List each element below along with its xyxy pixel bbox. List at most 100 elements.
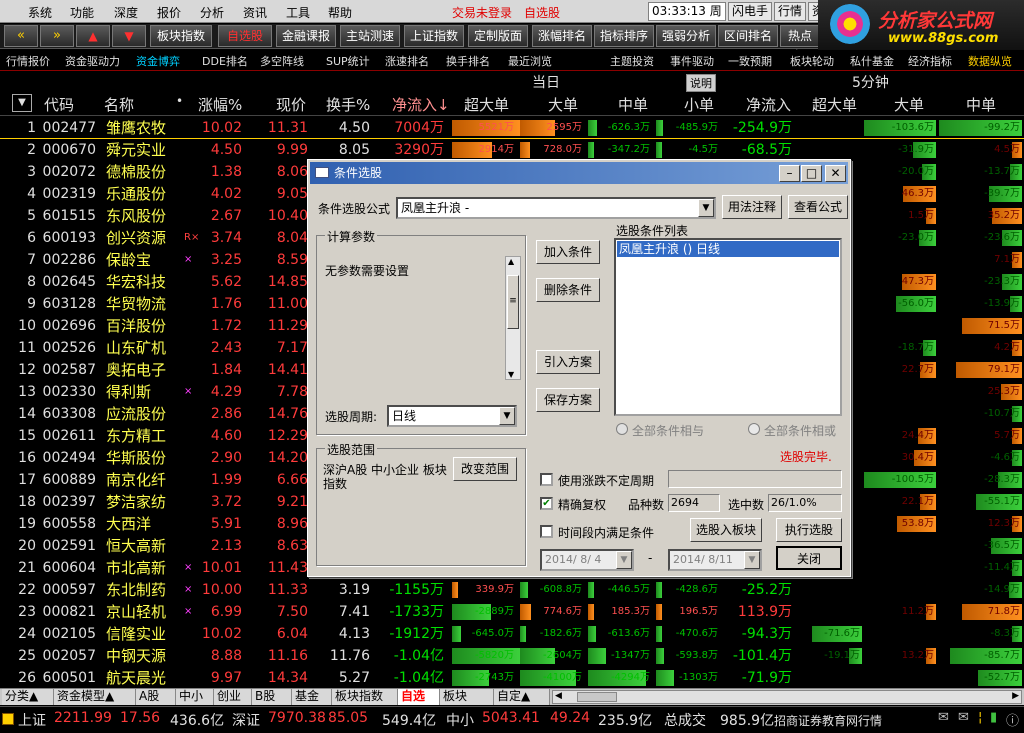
- menu-analysis[interactable]: 分析: [200, 4, 224, 21]
- scrollbar-thumb[interactable]: [577, 692, 617, 702]
- tab-consensus[interactable]: 一致预期: [728, 53, 772, 69]
- col-code[interactable]: 代码: [44, 94, 74, 115]
- tab-theme[interactable]: 主题投资: [610, 53, 654, 69]
- sh-label[interactable]: 上证: [18, 710, 46, 730]
- col-s[interactable]: 小单: [684, 94, 714, 115]
- menu-function[interactable]: 功能: [70, 4, 94, 21]
- interval-checkbox[interactable]: [540, 525, 553, 538]
- col-net-inflow[interactable]: 净流入↓: [392, 94, 450, 115]
- condition-list-item[interactable]: 凤凰主升浪 () 日线: [617, 241, 839, 257]
- col-price[interactable]: 现价: [276, 94, 306, 115]
- block-index-button[interactable]: 板块指数: [150, 25, 212, 47]
- menu-news[interactable]: 资讯: [243, 4, 267, 21]
- tab-event[interactable]: 事件驱动: [670, 53, 714, 69]
- menu-tools[interactable]: 工具: [286, 4, 310, 21]
- maximize-icon[interactable]: □: [801, 165, 822, 182]
- down-arrow-icon[interactable]: ▼: [112, 25, 146, 47]
- scroll-up-icon[interactable]: ▲: [508, 257, 514, 266]
- explain-button[interactable]: 说明: [686, 74, 716, 92]
- delete-condition-button[interactable]: 删除条件: [536, 278, 600, 302]
- tab-fund-drive[interactable]: 资金驱动力: [65, 53, 120, 69]
- watchlist-label[interactable]: 自选股: [524, 4, 560, 21]
- save-plan-button[interactable]: 保存方案: [536, 388, 600, 412]
- col-l[interactable]: 大单: [548, 94, 578, 115]
- tab-fund-game[interactable]: 资金博弈: [136, 53, 180, 69]
- quote-button[interactable]: 行情: [774, 2, 807, 21]
- flash-trade-button[interactable]: 闪电手: [728, 2, 773, 21]
- and-radio[interactable]: [616, 423, 628, 435]
- indicator-sort-button[interactable]: 指标排序: [594, 25, 654, 47]
- menu-quote[interactable]: 报价: [157, 4, 181, 21]
- table-row[interactable]: 22 000597 东北制药 × 10.00 11.33 3.19 -1155万 339.9万 -…: [0, 579, 1024, 601]
- add-condition-button[interactable]: 加入条件: [536, 240, 600, 264]
- status-indicator-icon[interactable]: [2, 713, 14, 725]
- tab-data-overview[interactable]: 数据纵览: [968, 53, 1012, 69]
- speed-test-button[interactable]: 主站测速: [340, 25, 400, 47]
- cat-tab-custom[interactable]: 自定▲: [494, 689, 550, 705]
- tab-rotation[interactable]: 板块轮动: [790, 53, 834, 69]
- horizontal-scrollbar[interactable]: ◀ ▶: [552, 690, 1022, 704]
- or-radio[interactable]: [748, 423, 760, 435]
- mail2-icon[interactable]: ✉: [958, 710, 969, 725]
- scroll-left-icon[interactable]: ◀: [555, 691, 562, 701]
- tab-speed-rank[interactable]: 涨速排名: [385, 53, 429, 69]
- trade-login-warning[interactable]: 交易未登录: [452, 4, 512, 21]
- table-row[interactable]: 24 002105 信隆实业 10.02 6.04 4.13 -1912万 -645.0万 -1…: [0, 623, 1024, 645]
- chevron-down-icon[interactable]: ▼: [698, 199, 714, 217]
- params-scroll-thumb[interactable]: ≡: [507, 275, 519, 329]
- col-m-5m[interactable]: 中单: [966, 94, 996, 115]
- date-to-picker[interactable]: 2014/ 8/11 ▼: [668, 549, 762, 571]
- tab-sup-stats[interactable]: SUP统计: [326, 53, 370, 69]
- cat-tab-fund[interactable]: 基金: [292, 689, 332, 705]
- close-icon[interactable]: ✕: [825, 165, 846, 182]
- tab-private-fund[interactable]: 私什基金: [850, 53, 894, 69]
- tab-economy[interactable]: 经济指标: [908, 53, 952, 69]
- tab-bull-bear[interactable]: 多空阵线: [260, 53, 304, 69]
- exact-restore-checkbox[interactable]: ✔: [540, 497, 553, 510]
- scroll-right-icon[interactable]: ▶: [1012, 691, 1019, 701]
- col-turnover[interactable]: 换手%: [326, 94, 370, 115]
- uncertain-period-field[interactable]: [668, 470, 842, 488]
- col-net-inflow-5m[interactable]: 净流入: [746, 94, 791, 115]
- tab-dde-rank[interactable]: DDE排名: [202, 53, 248, 69]
- condition-list[interactable]: 凤凰主升浪 () 日线: [614, 238, 842, 416]
- menu-depth[interactable]: 深度: [114, 4, 138, 21]
- col-name[interactable]: 名称: [104, 94, 134, 115]
- strength-analysis-button[interactable]: 强弱分析: [656, 25, 716, 47]
- mail-icon[interactable]: ✉: [938, 710, 949, 725]
- cat-tab-watchlist[interactable]: 自选: [398, 689, 440, 705]
- usage-button[interactable]: 用法注释: [722, 195, 782, 219]
- close-button[interactable]: 关闭: [776, 546, 842, 570]
- watchlist-button[interactable]: 自选股: [218, 25, 272, 47]
- next-icon[interactable]: »: [40, 25, 74, 47]
- sz-label[interactable]: 深证: [232, 710, 260, 730]
- cat-tab-block-index[interactable]: 板块指数: [332, 689, 398, 705]
- params-scrollbar[interactable]: ▲ ≡ ▼: [505, 256, 521, 380]
- cat-tab-gem[interactable]: 创业: [214, 689, 252, 705]
- col-l-5m[interactable]: 大单: [894, 94, 924, 115]
- hot-sector-button[interactable]: 热点板: [780, 25, 820, 63]
- info-icon[interactable]: ⓘ: [1006, 710, 1019, 729]
- range-rank-button[interactable]: 区间排名: [718, 25, 778, 47]
- col-m[interactable]: 中单: [618, 94, 648, 115]
- column-menu-icon[interactable]: ▼: [12, 94, 32, 112]
- zx-label[interactable]: 中小: [446, 710, 474, 730]
- chevron-down-icon[interactable]: ▼: [744, 551, 760, 569]
- tab-recent[interactable]: 最近浏览: [508, 53, 552, 69]
- change-range-button[interactable]: 改变范围: [453, 457, 517, 481]
- prev-icon[interactable]: «: [4, 25, 38, 47]
- sh-index-button[interactable]: 上证指数: [404, 25, 464, 47]
- minimize-icon[interactable]: –: [779, 165, 800, 182]
- tab-turnover-rank[interactable]: 换手排名: [446, 53, 490, 69]
- table-row[interactable]: 2 000670 舜元实业 4.50 9.99 8.05 3290万 2914万 728.0万 -…: [0, 139, 1024, 161]
- formula-select[interactable]: 凤凰主升浪 - ▼: [396, 197, 716, 219]
- scroll-down-icon[interactable]: ▼: [508, 370, 514, 379]
- menu-help[interactable]: 帮助: [328, 4, 352, 21]
- cat-tab-classify[interactable]: 分类▲: [2, 689, 54, 705]
- import-plan-button[interactable]: 引入方案: [536, 350, 600, 374]
- menu-system[interactable]: 系统: [28, 4, 52, 21]
- table-row[interactable]: 26 600501 航天晨光 9.97 14.34 5.27 -1.04亿 -2743万 -41…: [0, 667, 1024, 689]
- col-xl[interactable]: 超大单: [464, 94, 509, 115]
- period-select[interactable]: 日线 ▼: [387, 405, 517, 427]
- signal-icon[interactable]: ¦: [978, 710, 982, 725]
